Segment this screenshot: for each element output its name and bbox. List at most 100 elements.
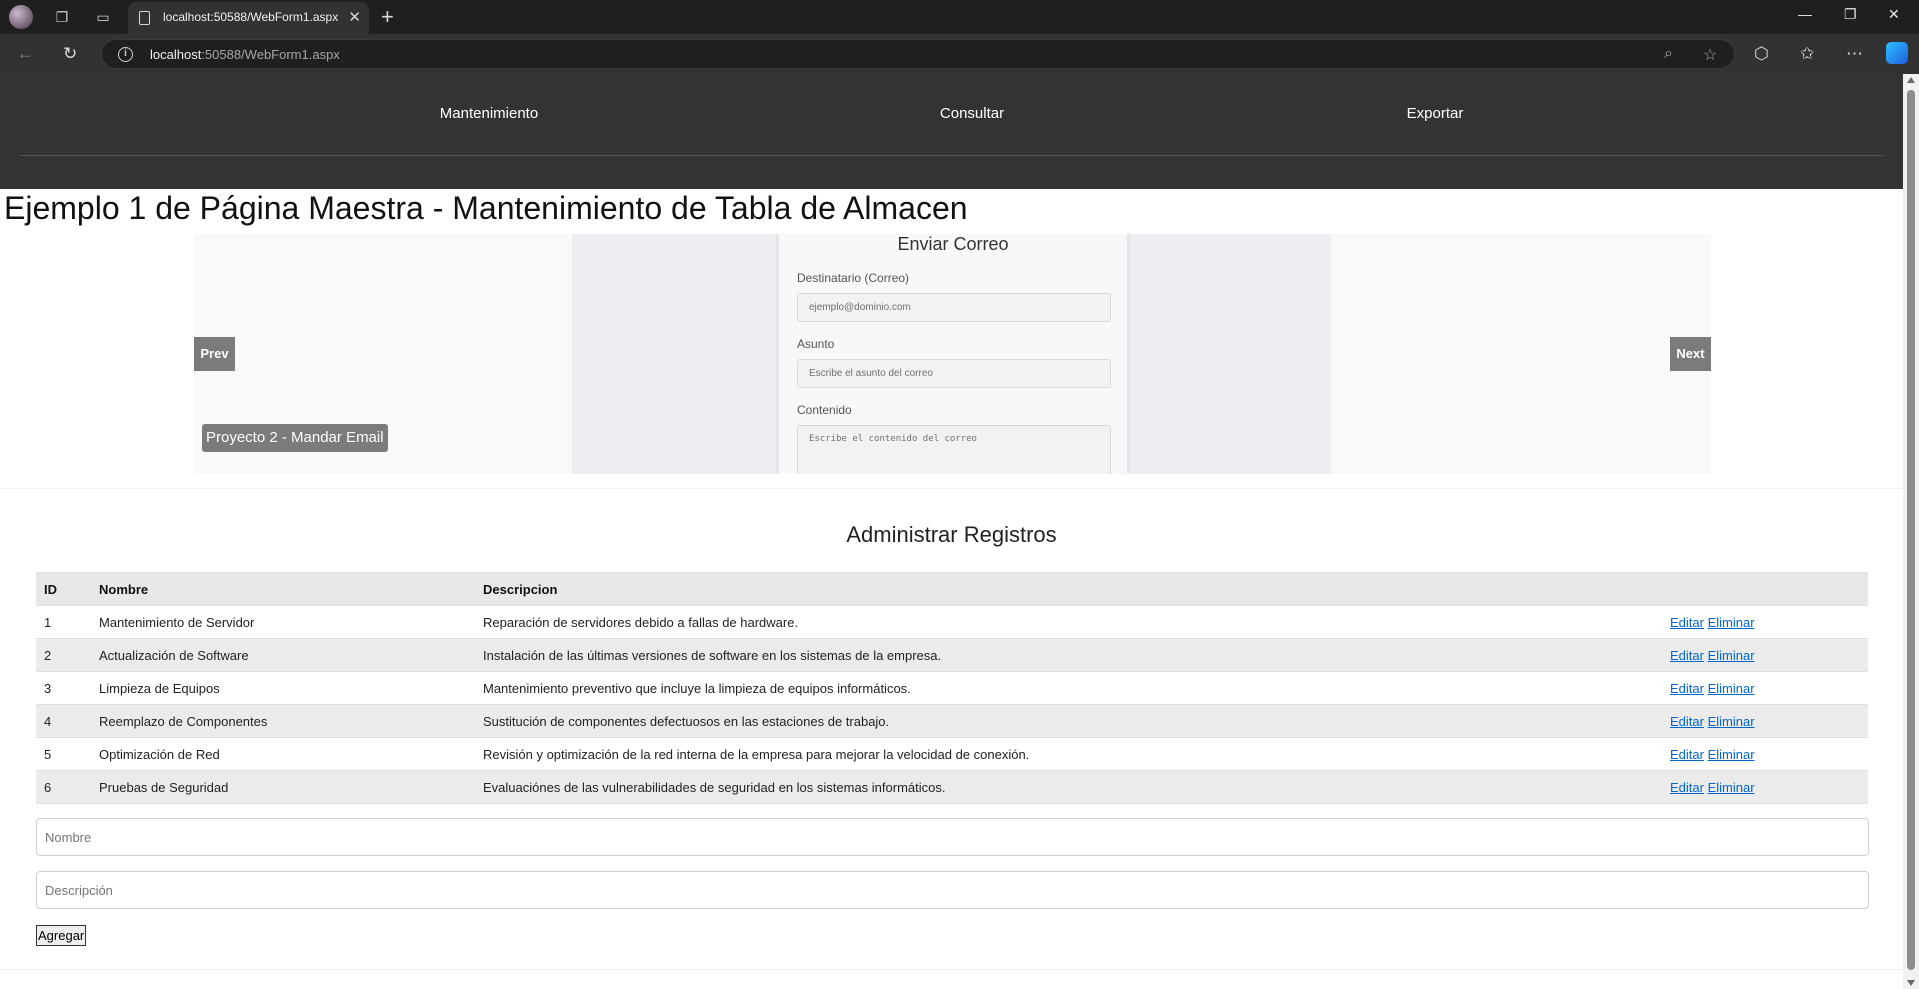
records-table: ID Nombre Descripcion 1 Mantenimiento de… [36, 572, 1868, 804]
delete-link[interactable]: Eliminar [1708, 681, 1755, 696]
delete-link[interactable]: Eliminar [1708, 747, 1755, 762]
cell-nombre: Optimización de Red [91, 737, 475, 771]
carousel-prev-button[interactable]: Prev [194, 337, 235, 371]
cell-descripcion: Reparación de servidores debido a fallas… [475, 605, 1662, 639]
edit-link[interactable]: Editar [1670, 780, 1704, 795]
delete-link[interactable]: Eliminar [1708, 615, 1755, 630]
page-viewport: Mantenimiento Consultar Exportar Ejemplo… [0, 74, 1903, 989]
profile-avatar[interactable] [9, 5, 33, 29]
cell-id: 1 [36, 605, 91, 639]
cell-id: 6 [36, 770, 91, 804]
cell-descripcion: Mantenimiento preventivo que incluye la … [475, 671, 1662, 705]
edit-link[interactable]: Editar [1670, 747, 1704, 762]
section-divider [0, 488, 1903, 489]
carousel-next-button[interactable]: Next [1670, 337, 1711, 371]
carousel-backdrop [1130, 234, 1331, 474]
table-row: 4 Reemplazo de Componentes Sustitución d… [36, 704, 1868, 738]
page-icon [139, 11, 150, 25]
table-header-row: ID Nombre Descripcion [36, 572, 1868, 606]
page-title: Ejemplo 1 de Página Maestra - Mantenimie… [4, 190, 968, 226]
site-header: Mantenimiento Consultar Exportar [0, 74, 1903, 189]
to-field[interactable]: ejemplo@dominio.com [797, 293, 1111, 322]
cell-id: 2 [36, 638, 91, 672]
cell-actions: Editar Eliminar [1662, 638, 1868, 672]
subject-label: Asunto [797, 337, 835, 351]
close-window-icon[interactable]: ✕ [1888, 6, 1900, 23]
edit-link[interactable]: Editar [1670, 648, 1704, 663]
minimize-icon[interactable]: — [1798, 6, 1812, 22]
scroll-down-icon[interactable] [1907, 980, 1915, 986]
column-header-id: ID [36, 572, 91, 606]
nombre-input[interactable]: Nombre [36, 818, 1869, 856]
cell-descripcion: Sustitución de componentes defectuosos e… [475, 704, 1662, 738]
extensions-icon[interactable]: ⬡ [1754, 44, 1769, 64]
header-divider [20, 155, 1883, 156]
zoom-icon[interactable]: ⌕ [1664, 45, 1673, 63]
edit-link[interactable]: Editar [1670, 615, 1704, 630]
delete-link[interactable]: Eliminar [1708, 714, 1755, 729]
to-label: Destinatario (Correo) [797, 271, 910, 285]
table-row: 6 Pruebas de Seguridad Evaluaciónes de l… [36, 770, 1868, 804]
favorites-icon[interactable]: ✩ [1800, 44, 1814, 64]
restore-icon[interactable]: ❐ [1844, 6, 1857, 23]
cell-nombre: Limpieza de Equipos [91, 671, 475, 705]
add-button[interactable]: Agregar [36, 925, 87, 946]
nav-exportar[interactable]: Exportar [1407, 105, 1464, 122]
table-row: 5 Optimización de Red Revisión y optimiz… [36, 737, 1868, 771]
edit-link[interactable]: Editar [1670, 681, 1704, 696]
column-header-descripcion: Descripcion [475, 572, 1662, 606]
column-header-nombre: Nombre [91, 572, 475, 606]
copilot-icon[interactable] [1886, 42, 1908, 64]
cell-id: 4 [36, 704, 91, 738]
delete-link[interactable]: Eliminar [1708, 648, 1755, 663]
address-bar[interactable]: i localhost:50588/WebForm1.aspx ⌕ ☆ [101, 39, 1735, 69]
refresh-icon[interactable]: ↻ [63, 44, 77, 64]
browser-toolbar: ← ↻ i localhost:50588/WebForm1.aspx ⌕ ☆ … [0, 34, 1919, 74]
delete-link[interactable]: Eliminar [1708, 780, 1755, 795]
scrollbar-thumb[interactable] [1907, 90, 1915, 970]
table-row: 1 Mantenimiento de Servidor Reparación d… [36, 605, 1868, 639]
cell-actions: Editar Eliminar [1662, 737, 1868, 771]
back-arrow-icon[interactable]: ← [17, 44, 34, 64]
cell-actions: Editar Eliminar [1662, 605, 1868, 639]
nav-mantenimiento[interactable]: Mantenimiento [440, 105, 538, 122]
workspaces-icon[interactable]: ❐ [52, 7, 72, 27]
carousel: Enviar Correo Destinatario (Correo) ejem… [194, 234, 1711, 474]
url-host: localhost [150, 47, 202, 62]
content-label: Contenido [797, 403, 852, 417]
new-tab-icon[interactable]: + [381, 4, 394, 30]
footer-divider [0, 969, 1903, 970]
cell-id: 5 [36, 737, 91, 771]
cell-nombre: Reemplazo de Componentes [91, 704, 475, 738]
table-row: 2 Actualización de Software Instalación … [36, 638, 1868, 672]
url-text: localhost:50588/WebForm1.aspx [150, 47, 340, 62]
close-tab-icon[interactable]: ✕ [348, 8, 361, 26]
star-icon[interactable]: ☆ [1703, 45, 1717, 65]
cell-nombre: Mantenimiento de Servidor [91, 605, 475, 639]
cell-nombre: Pruebas de Seguridad [91, 770, 475, 804]
site-info-icon[interactable]: i [118, 47, 133, 62]
carousel-slide-email: Enviar Correo Destinatario (Correo) ejem… [776, 234, 1130, 474]
browser-tab-bar: ❐ ▭ localhost:50588/WebForm1.aspx ✕ + — … [0, 0, 1919, 34]
scroll-up-icon[interactable] [1907, 77, 1915, 83]
cell-actions: Editar Eliminar [1662, 671, 1868, 705]
subject-field[interactable]: Escribe el asunto del correo [797, 359, 1111, 388]
edit-link[interactable]: Editar [1670, 714, 1704, 729]
slide-heading: Enviar Correo [897, 234, 1009, 254]
records-heading: Administrar Registros [846, 522, 1057, 547]
browser-tab[interactable]: localhost:50588/WebForm1.aspx ✕ [128, 2, 369, 34]
table-row: 3 Limpieza de Equipos Mantenimiento prev… [36, 671, 1868, 705]
tab-actions-icon[interactable]: ▭ [93, 7, 113, 27]
url-path: :50588/WebForm1.aspx [201, 47, 340, 62]
content-field[interactable]: Escribe el contenido del correo [797, 425, 1111, 474]
cell-descripcion: Instalación de las últimas versiones de … [475, 638, 1662, 672]
carousel-caption: Proyecto 2 - Mandar Email [202, 424, 388, 452]
carousel-backdrop [572, 234, 776, 474]
cell-actions: Editar Eliminar [1662, 770, 1868, 804]
page-scrollbar[interactable] [1903, 74, 1919, 989]
more-icon[interactable]: ⋯ [1846, 44, 1863, 64]
tab-title: localhost:50588/WebForm1.aspx [163, 10, 339, 24]
column-header-actions [1662, 572, 1868, 606]
descripcion-input[interactable]: Descripción [36, 871, 1869, 909]
nav-consultar[interactable]: Consultar [940, 105, 1004, 122]
